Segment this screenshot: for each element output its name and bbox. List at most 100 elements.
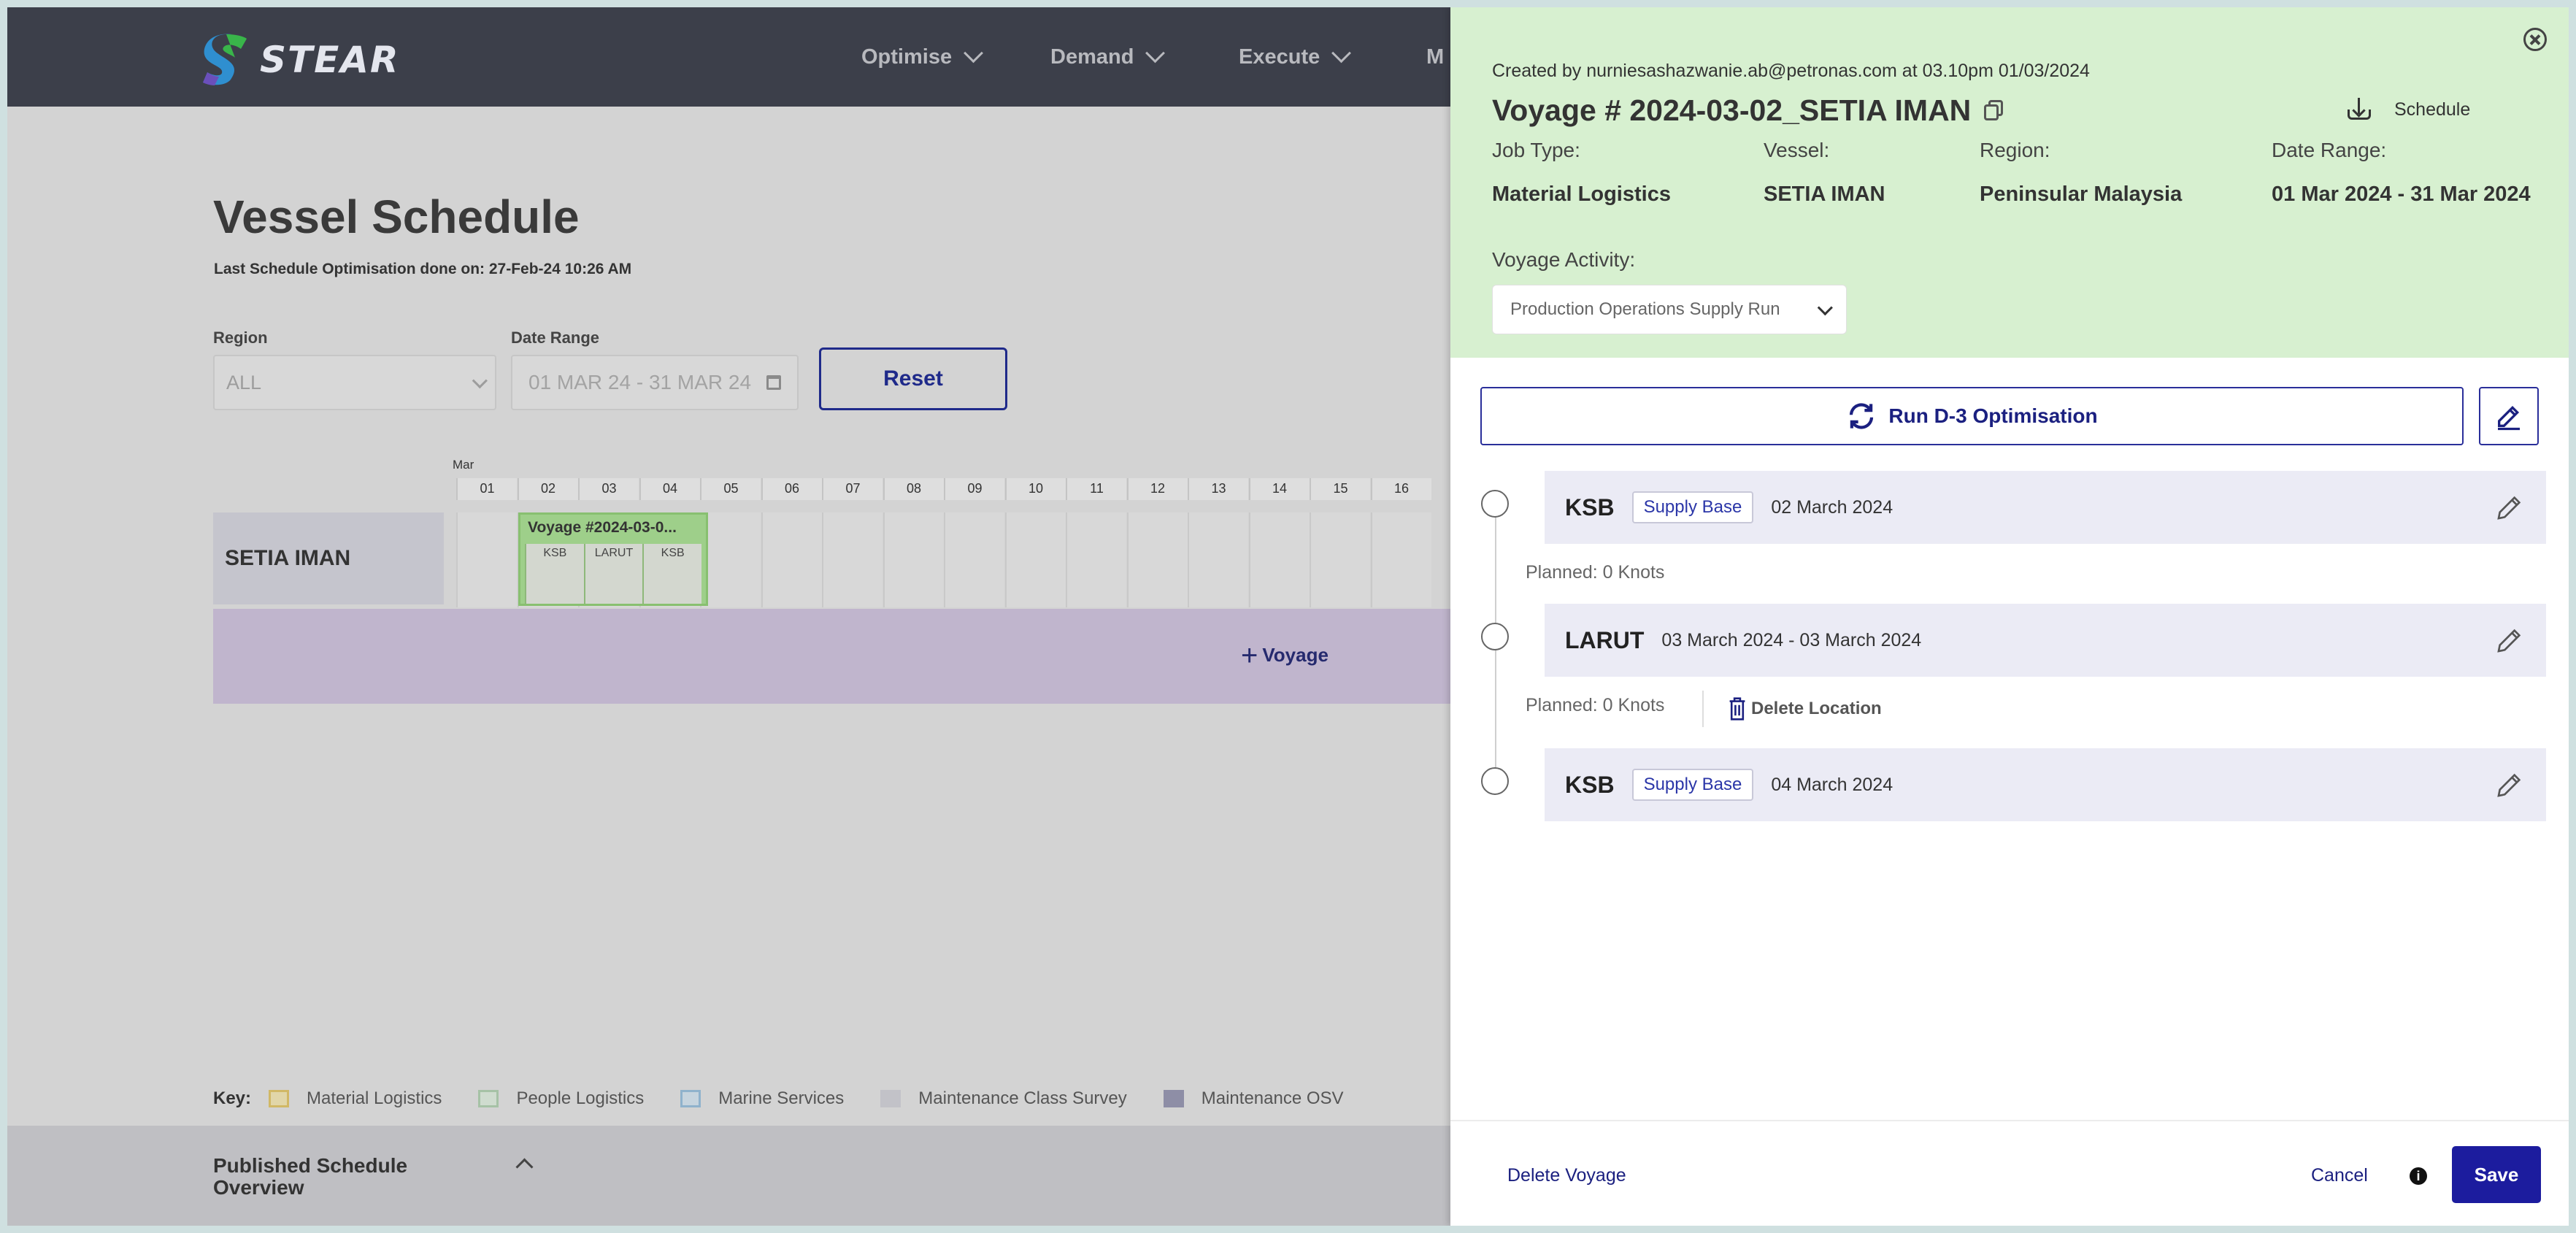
region-select[interactable]: ALL: [213, 355, 496, 410]
chevron-down-icon: [472, 372, 488, 388]
timeline-day: 15: [1310, 478, 1370, 500]
timeline-day: 08: [883, 478, 944, 500]
brand-name: STEAR: [260, 39, 400, 81]
timeline-month: Mar: [453, 458, 474, 472]
voyage-block[interactable]: Voyage #2024-03-0... KSB LARUT KSB: [518, 512, 708, 606]
pencil-icon[interactable]: [2495, 626, 2524, 655]
region-meta-value: Peninsular Malaysia: [1980, 183, 2183, 206]
add-voyage-button[interactable]: + Voyage: [1241, 639, 1329, 672]
timeline-cell[interactable]: [944, 512, 1004, 607]
delete-location-button[interactable]: Delete Location: [1728, 696, 1882, 721]
material-logistics-swatch: [269, 1090, 290, 1107]
delete-voyage-button[interactable]: Delete Voyage: [1507, 1165, 1626, 1186]
stop-card: KSB Supply Base 04 March 2024: [1545, 748, 2546, 821]
nav-execute-label: Execute: [1239, 45, 1320, 69]
voyage-detail-panel: Created by nurniesashazwanie.ab@petronas…: [1450, 7, 2569, 1226]
key-item-label: People Logistics: [516, 1088, 645, 1108]
run-optimisation-label: Run D-3 Optimisation: [1888, 404, 2098, 427]
download-schedule-button[interactable]: Schedule: [2346, 96, 2470, 123]
supply-base-tag: Supply Base: [1631, 491, 1754, 523]
timeline-cell[interactable]: [1066, 512, 1126, 607]
info-icon[interactable]: i: [2410, 1167, 2427, 1185]
timeline-cell[interactable]: [456, 512, 517, 607]
app-window: STEAR Optimise Demand Execute M Vessel S…: [7, 7, 2569, 1226]
run-optimisation-button[interactable]: Run D-3 Optimisation: [1480, 387, 2464, 445]
timeline-cell[interactable]: [1004, 512, 1066, 607]
key-item-label: Maintenance OSV: [1201, 1088, 1344, 1108]
divider: [1702, 691, 1704, 727]
region-select-value: ALL: [226, 371, 262, 393]
legend-key: Key: Material Logistics People Logistics…: [213, 1086, 1380, 1111]
timeline-day-header: 01 02 03 04 05 06 07 08 09 10 11 12 13 14 15 16: [456, 478, 1456, 500]
timeline-day: 04: [639, 478, 700, 500]
voyage-location: LARUT: [583, 544, 643, 604]
timeline-day: 12: [1126, 478, 1188, 500]
stop-name: KSB: [1565, 493, 1615, 521]
timeline-cell[interactable]: [761, 512, 822, 607]
nav-more[interactable]: M: [1426, 45, 1444, 69]
copy-icon[interactable]: [1983, 99, 2004, 122]
stop-marker: [1481, 490, 1509, 518]
stop-name: KSB: [1565, 771, 1615, 798]
timeline-day: 13: [1188, 478, 1248, 500]
pencil-icon[interactable]: [2495, 770, 2524, 799]
job-type-label: Job Type:: [1492, 139, 1580, 161]
timeline-day: 10: [1004, 478, 1066, 500]
date-range-input[interactable]: 01 MAR 24 - 31 MAR 24: [511, 355, 799, 410]
region-label: Region: [213, 329, 268, 347]
nav-demand[interactable]: Demand: [1050, 43, 1166, 69]
trash-icon: [1729, 697, 1745, 721]
timeline-day: 14: [1248, 478, 1310, 500]
nav-execute[interactable]: Execute: [1239, 43, 1352, 69]
schedule-label: Schedule: [2394, 99, 2471, 120]
timeline-cell[interactable]: [1310, 512, 1370, 607]
timeline-day: 01: [456, 478, 517, 500]
key-item-label: Maintenance Class Survey: [918, 1088, 1127, 1108]
close-icon[interactable]: [2523, 28, 2547, 51]
nav-more-label: M: [1426, 45, 1445, 69]
timeline-cell[interactable]: [822, 512, 883, 607]
chevron-down-icon: [1145, 43, 1166, 64]
key-item: Marine Services: [680, 1088, 844, 1109]
page-title: Vessel Schedule: [213, 191, 580, 243]
timeline-day: 09: [944, 478, 1004, 500]
timeline-cell[interactable]: [1248, 512, 1310, 607]
voyage-block-locations: KSB LARUT KSB: [525, 544, 702, 604]
chevron-down-icon: [1817, 299, 1833, 315]
cancel-button[interactable]: Cancel: [2311, 1165, 2368, 1186]
stear-logo-icon: [197, 31, 251, 88]
edit-voyage-button[interactable]: [2479, 387, 2539, 445]
voyage-title-text: Voyage # 2024-03-02_SETIA IMAN: [1492, 93, 1972, 127]
timeline-day: 06: [761, 478, 822, 500]
voyage-activity-label: Voyage Activity:: [1492, 248, 1636, 271]
last-optimisation-text: Last Schedule Optimisation done on: 27-F…: [214, 261, 632, 277]
save-button[interactable]: Save: [2452, 1146, 2541, 1203]
date-range-meta-label: Date Range:: [2272, 139, 2387, 161]
people-logistics-swatch: [478, 1090, 499, 1107]
maintenance-class-survey-swatch: [880, 1090, 901, 1107]
timeline-cell[interactable]: [1188, 512, 1248, 607]
timeline-cell[interactable]: [1126, 512, 1188, 607]
download-icon: [2346, 96, 2372, 123]
stop-card: LARUT 03 March 2024 - 03 March 2024: [1545, 604, 2546, 677]
region-meta-label: Region:: [1980, 139, 2050, 161]
pencil-icon[interactable]: [2495, 493, 2524, 522]
timeline-cell[interactable]: [883, 512, 944, 607]
published-schedule-title[interactable]: Published Schedule Overview: [213, 1155, 407, 1199]
timeline-cell[interactable]: [700, 512, 761, 607]
stear-logo[interactable]: STEAR: [197, 29, 399, 91]
vessel-label: Vessel:: [1764, 139, 1830, 161]
timeline-cell[interactable]: [1370, 512, 1431, 607]
timeline-day: 11: [1066, 478, 1126, 500]
timeline-day: 16: [1370, 478, 1431, 500]
voyage-activity-select[interactable]: Production Operations Supply Run: [1492, 285, 1847, 334]
timeline-day: 05: [700, 478, 761, 500]
key-item-label: Material Logistics: [307, 1088, 442, 1108]
reset-button[interactable]: Reset: [819, 347, 1007, 410]
refresh-icon: [1850, 403, 1874, 429]
voyage-detail-header: Created by nurniesashazwanie.ab@petronas…: [1450, 7, 2569, 358]
nav-optimise[interactable]: Optimise: [861, 43, 984, 69]
plus-icon: +: [1241, 639, 1258, 672]
chevron-down-icon: [964, 43, 984, 64]
voyage-location: KSB: [642, 544, 702, 604]
